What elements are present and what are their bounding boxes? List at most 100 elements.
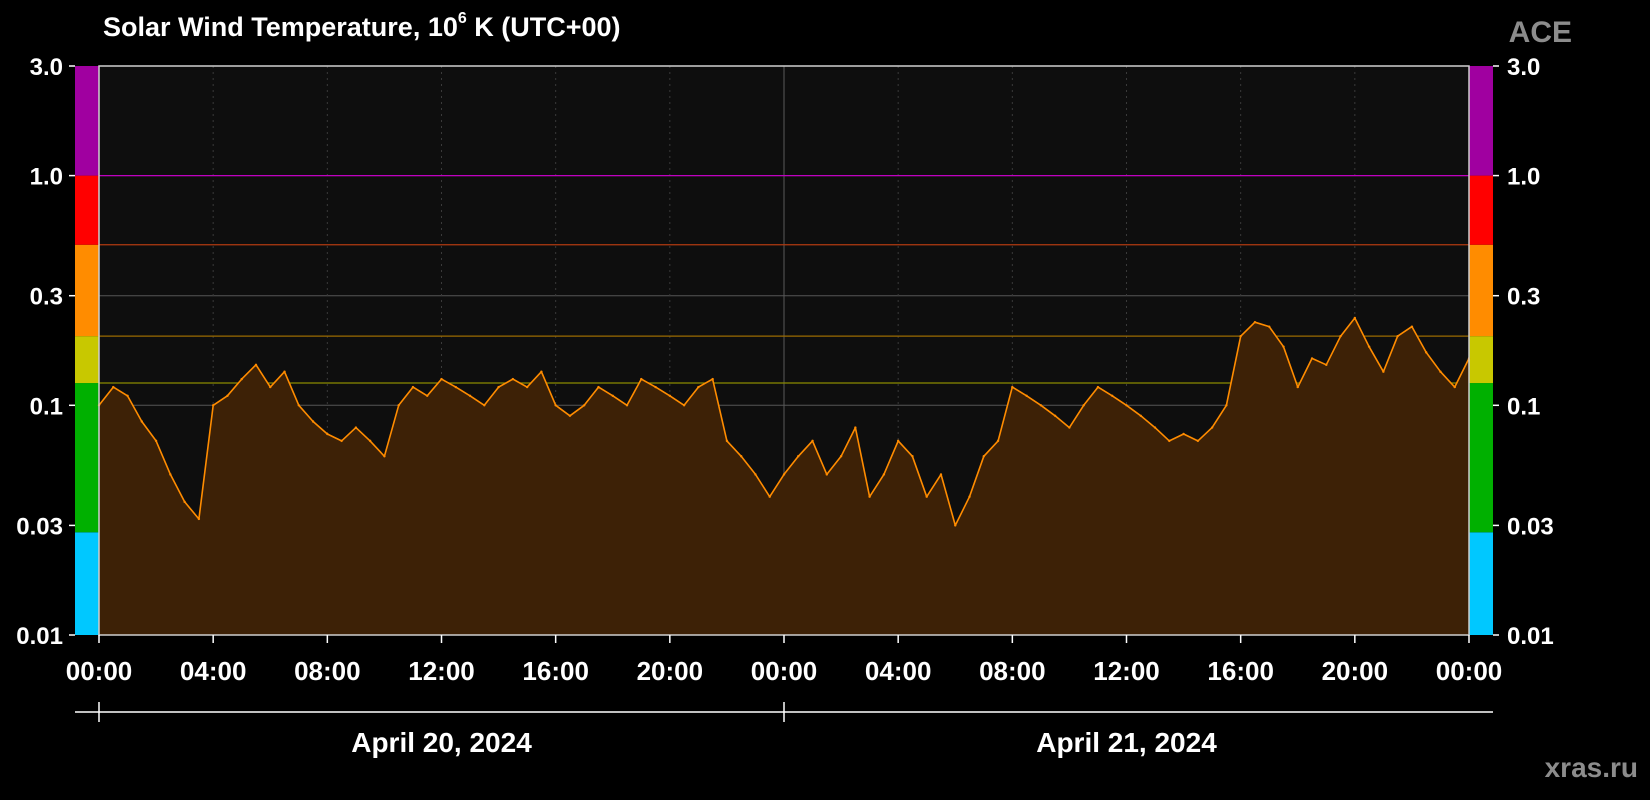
data-point: [1367, 345, 1371, 348]
scale-band: [1469, 383, 1493, 533]
data-point: [668, 394, 672, 397]
data-point: [1439, 370, 1442, 373]
data-point: [126, 394, 129, 397]
data-point: [1011, 385, 1014, 389]
data-point: [397, 404, 400, 407]
data-point: [440, 377, 443, 381]
data-point: [597, 385, 600, 389]
data-point: [1182, 432, 1185, 436]
y-tick-label: 0.1: [1507, 393, 1540, 420]
data-point: [640, 377, 643, 381]
data-point: [354, 426, 358, 429]
data-point: [1082, 404, 1085, 407]
y-tick-label: 1.0: [30, 164, 63, 191]
data-point: [554, 404, 557, 407]
data-point: [383, 455, 386, 458]
scale-band: [1469, 66, 1493, 176]
date-label: April 20, 2024: [351, 727, 532, 758]
data-point: [511, 377, 515, 381]
date-label: April 21, 2024: [1036, 727, 1217, 758]
scale-bands-right: [1469, 66, 1493, 635]
solar-wind-temperature-chart: 3.0 1.0 0.3 0.1 0.03 0.01 3.0 1.0 0.3 0.1 0.03 0.0…: [16, 54, 1554, 758]
scale-band: [75, 532, 99, 635]
data-point: [825, 473, 829, 476]
data-point: [839, 455, 843, 458]
y-tick-label: 0.3: [1507, 284, 1540, 311]
data-point: [1282, 345, 1285, 348]
x-tick-label: 20:00: [637, 656, 704, 686]
data-point: [568, 414, 572, 418]
x-tick-label: 16:00: [1207, 656, 1274, 686]
data-point: [1410, 325, 1414, 328]
data-point: [1096, 385, 1100, 389]
data-point: [682, 404, 686, 407]
data-point: [911, 455, 914, 458]
data-point: [1139, 414, 1142, 418]
data-point: [1068, 426, 1071, 429]
data-point: [654, 385, 657, 389]
data-point: [896, 439, 900, 443]
scale-bands-left: [75, 66, 99, 635]
data-point: [1168, 439, 1171, 443]
data-point: [625, 404, 629, 407]
data-point: [1053, 414, 1057, 418]
data-point: [269, 385, 272, 389]
data-point: [854, 426, 857, 429]
x-tick-label: 00:00: [751, 656, 818, 686]
data-point: [240, 377, 243, 381]
data-point: [297, 404, 300, 407]
x-tick-label: 08:00: [294, 656, 361, 686]
data-point: [954, 524, 957, 527]
data-point: [1111, 394, 1114, 397]
data-point: [782, 473, 786, 476]
data-point: [697, 385, 700, 389]
data-point: [1310, 357, 1314, 360]
scale-band: [1469, 175, 1493, 245]
y-tick-label: 0.03: [16, 513, 63, 540]
data-point: [226, 394, 229, 397]
data-point: [768, 495, 771, 498]
y-axis-right: 3.0 1.0 0.3 0.1 0.03 0.01: [1493, 54, 1554, 650]
data-point: [483, 404, 486, 407]
x-axis: 00:00 04:00 08:00 12:00 16:00 20:00 00:00 04:00…: [66, 635, 1502, 686]
data-point: [882, 473, 886, 476]
data-point: [169, 473, 172, 476]
date-axis: April 20, 2024 April 21, 2024: [75, 702, 1493, 758]
data-point: [140, 420, 144, 423]
data-point: [868, 495, 871, 498]
data-point: [1210, 426, 1214, 429]
data-point: [1225, 404, 1228, 407]
data-point: [1239, 334, 1242, 338]
data-point: [211, 404, 215, 407]
data-point: [497, 385, 500, 389]
data-point: [925, 495, 928, 498]
data-point: [739, 455, 743, 458]
data-point: [968, 495, 971, 498]
y-tick-label: 3.0: [30, 54, 63, 81]
scale-band: [75, 175, 99, 245]
x-tick-label: 00:00: [66, 656, 133, 686]
data-point: [1153, 426, 1157, 429]
data-point: [454, 385, 457, 389]
data-point: [583, 404, 586, 407]
data-point: [1424, 351, 1428, 354]
scale-band: [75, 336, 99, 384]
data-point: [611, 394, 614, 397]
data-point: [939, 473, 943, 476]
scale-band: [75, 66, 99, 176]
data-point: [183, 500, 186, 504]
data-point: [254, 363, 258, 367]
x-tick-label: 16:00: [522, 656, 589, 686]
data-point: [340, 439, 343, 443]
data-point: [326, 432, 329, 436]
data-point: [112, 385, 115, 389]
data-point: [426, 394, 429, 397]
x-tick-label: 08:00: [979, 656, 1046, 686]
data-point: [982, 455, 985, 458]
data-point: [525, 385, 529, 389]
data-point: [1025, 394, 1028, 397]
data-point: [1325, 363, 1328, 367]
data-point: [1396, 334, 1399, 338]
data-point: [1382, 370, 1385, 373]
x-tick-label: 12:00: [408, 656, 475, 686]
